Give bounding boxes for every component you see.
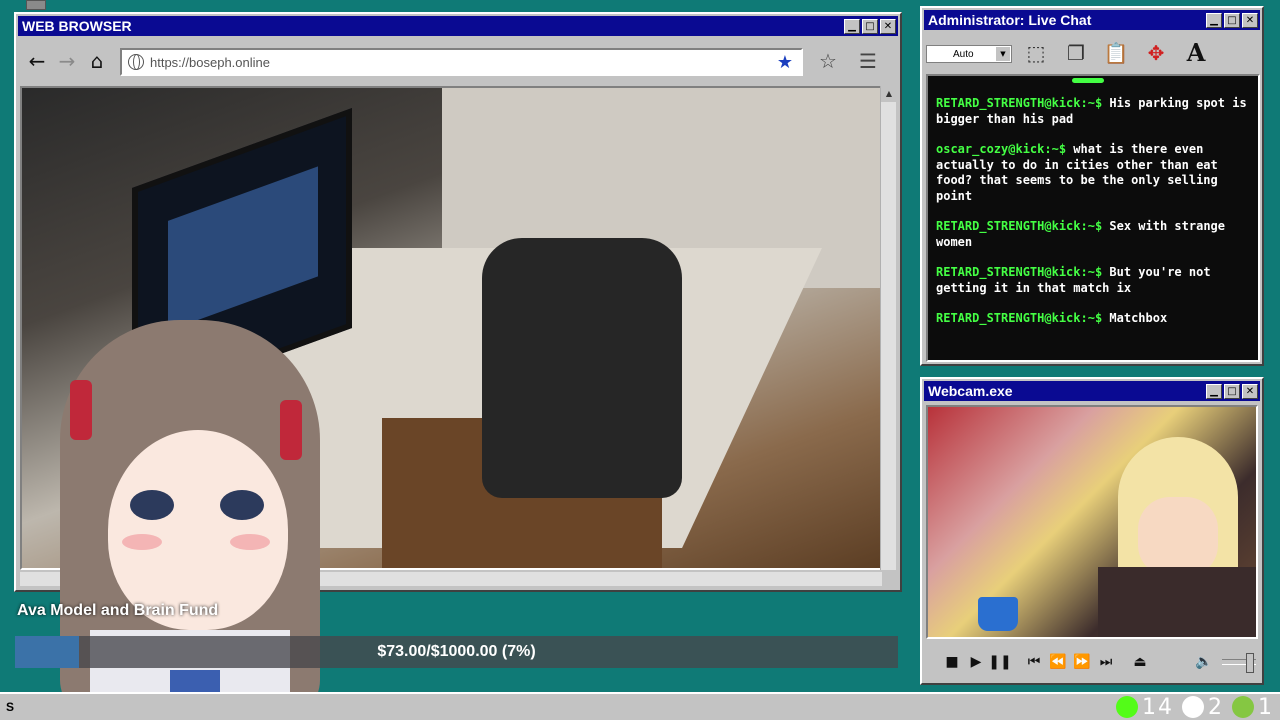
vertical-scrollbar[interactable]: ▲ bbox=[880, 86, 897, 570]
chat-username: RETARD_STRENGTH@kick:~$ bbox=[936, 265, 1103, 279]
start-button[interactable]: S bbox=[2, 696, 32, 718]
webcam-titlebar[interactable]: Webcam.exe ▁ □ ✕ bbox=[924, 381, 1260, 401]
webcam-video bbox=[926, 405, 1258, 639]
fund-label: Ava Model and Brain Fund bbox=[17, 602, 219, 619]
avatar-face bbox=[108, 430, 288, 630]
rumble-viewer-count: 1 bbox=[1258, 694, 1274, 720]
webcam-window: Webcam.exe ▁ □ ✕ ■ ▶ ❚❚ ⏮ ⏪ ⏩ ⏭ ⏏ 🔈 bbox=[920, 377, 1264, 685]
play-icon[interactable]: ▶ bbox=[964, 654, 988, 670]
chair-image bbox=[482, 238, 682, 498]
volume-icon[interactable]: 🔈 bbox=[1192, 654, 1216, 670]
avatar-blush bbox=[230, 534, 270, 550]
chat-title: Administrator: Live Chat bbox=[928, 12, 1092, 28]
desktop-icon[interactable] bbox=[26, 0, 46, 10]
stop-icon[interactable]: ■ bbox=[940, 654, 964, 670]
close-button[interactable]: ✕ bbox=[1242, 12, 1258, 28]
scroll-up-icon[interactable]: ▲ bbox=[881, 86, 897, 102]
volume-slider[interactable] bbox=[1222, 653, 1256, 673]
chat-username: RETARD_STRENGTH@kick:~$ bbox=[936, 311, 1103, 325]
fund-progress-text: $73.00/$1000.00 (7%) bbox=[377, 643, 536, 660]
rewind-icon[interactable]: ⏪ bbox=[1046, 654, 1070, 670]
chat-message: RETARD_STRENGTH@kick:~$ Sex with strange… bbox=[936, 219, 1248, 250]
system-tray: 14 2 1 bbox=[1108, 694, 1274, 720]
pause-icon[interactable]: ❚❚ bbox=[988, 654, 1012, 670]
close-button[interactable]: ✕ bbox=[1242, 383, 1258, 399]
eject-icon[interactable]: ⏏ bbox=[1128, 654, 1152, 670]
fund-progress-bar: $73.00/$1000.00 (7%) bbox=[15, 636, 898, 668]
skip-back-icon[interactable]: ⏮ bbox=[1022, 654, 1046, 670]
avatar-eye bbox=[220, 490, 264, 520]
chat-message: RETARD_STRENGTH@kick:~$ Matchbox bbox=[936, 311, 1248, 327]
minimize-button[interactable]: ▁ bbox=[1206, 383, 1222, 399]
close-button[interactable]: ✕ bbox=[880, 18, 896, 34]
chat-message: RETARD_STRENGTH@kick:~$ But you're not g… bbox=[936, 265, 1248, 296]
font-icon[interactable]: A bbox=[1180, 38, 1212, 70]
back-arrow-icon[interactable]: ← bbox=[24, 49, 50, 75]
move-icon[interactable]: ✥ bbox=[1140, 38, 1172, 70]
chat-username: RETARD_STRENGTH@kick:~$ bbox=[936, 96, 1103, 110]
fast-forward-icon[interactable]: ⏩ bbox=[1070, 654, 1094, 670]
bookmark-star-filled-icon[interactable]: ★ bbox=[777, 52, 793, 73]
avatar-ribbon bbox=[280, 400, 302, 460]
moon-viewer-count: 2 bbox=[1208, 694, 1224, 720]
chat-message: oscar_cozy@kick:~$ what is there even ac… bbox=[936, 142, 1248, 204]
chat-message: RETARD_STRENGTH@kick:~$ His parking spot… bbox=[936, 96, 1248, 127]
minimize-button[interactable]: ▁ bbox=[1206, 12, 1222, 28]
mug-image bbox=[978, 597, 1018, 631]
chat-username: RETARD_STRENGTH@kick:~$ bbox=[936, 219, 1103, 233]
chat-toolbar: Auto ▼ ⬚ ❐ 📋 ✥ A bbox=[926, 34, 1258, 74]
chat-log[interactable]: RETARD_STRENGTH@kick:~$ His parking spot… bbox=[926, 74, 1260, 362]
rumble-icon[interactable] bbox=[1232, 696, 1254, 718]
chat-username: oscar_cozy@kick:~$ bbox=[936, 142, 1067, 156]
kick-viewer-count: 14 bbox=[1142, 694, 1174, 720]
maximize-button[interactable]: □ bbox=[1224, 383, 1240, 399]
taskbar: S 14 2 1 bbox=[0, 692, 1280, 720]
browser-title: WEB BROWSER bbox=[22, 18, 132, 34]
scroll-indicator bbox=[1072, 78, 1104, 83]
maximize-button[interactable]: □ bbox=[1224, 12, 1240, 28]
avatar-blush bbox=[122, 534, 162, 550]
maximize-button[interactable]: □ bbox=[862, 18, 878, 34]
address-bar[interactable]: https://boseph.online ★ bbox=[120, 48, 803, 76]
copy-icon[interactable]: ❐ bbox=[1060, 38, 1092, 70]
chevron-down-icon[interactable]: ▼ bbox=[996, 47, 1010, 61]
font-size-value: Auto bbox=[953, 48, 974, 60]
select-rect-icon[interactable]: ⬚ bbox=[1020, 38, 1052, 70]
menu-icon[interactable]: ☰ bbox=[853, 48, 883, 76]
live-chat-window: Administrator: Live Chat ▁ □ ✕ Auto ▼ ⬚ … bbox=[920, 6, 1264, 366]
minimize-button[interactable]: ▁ bbox=[844, 18, 860, 34]
chat-titlebar[interactable]: Administrator: Live Chat ▁ □ ✕ bbox=[924, 10, 1260, 30]
avatar-ribbon bbox=[70, 380, 92, 440]
media-controls: ■ ▶ ❚❚ ⏮ ⏪ ⏩ ⏭ ⏏ 🔈 bbox=[926, 645, 1258, 679]
chat-text: Matchbox bbox=[1109, 311, 1168, 325]
moon-icon[interactable] bbox=[1182, 696, 1204, 718]
favorites-star-icon[interactable]: ☆ bbox=[813, 48, 843, 76]
paste-icon[interactable]: 📋 bbox=[1100, 38, 1132, 70]
kick-icon[interactable] bbox=[1116, 696, 1138, 718]
url-text[interactable]: https://boseph.online bbox=[150, 55, 777, 70]
hoodie-image bbox=[1098, 567, 1256, 637]
browser-titlebar[interactable]: WEB BROWSER ▁ □ ✕ bbox=[18, 16, 898, 36]
home-icon[interactable]: ⌂ bbox=[84, 49, 110, 75]
font-size-select[interactable]: Auto ▼ bbox=[926, 45, 1012, 63]
globe-icon bbox=[128, 54, 144, 70]
forward-arrow-icon[interactable]: → bbox=[54, 49, 80, 75]
browser-toolbar: ← → ⌂ https://boseph.online ★ ☆ ☰ bbox=[20, 40, 896, 84]
start-label: S bbox=[6, 700, 15, 714]
webcam-title: Webcam.exe bbox=[928, 383, 1013, 399]
skip-forward-icon[interactable]: ⏭ bbox=[1094, 654, 1118, 670]
avatar-eye bbox=[130, 490, 174, 520]
